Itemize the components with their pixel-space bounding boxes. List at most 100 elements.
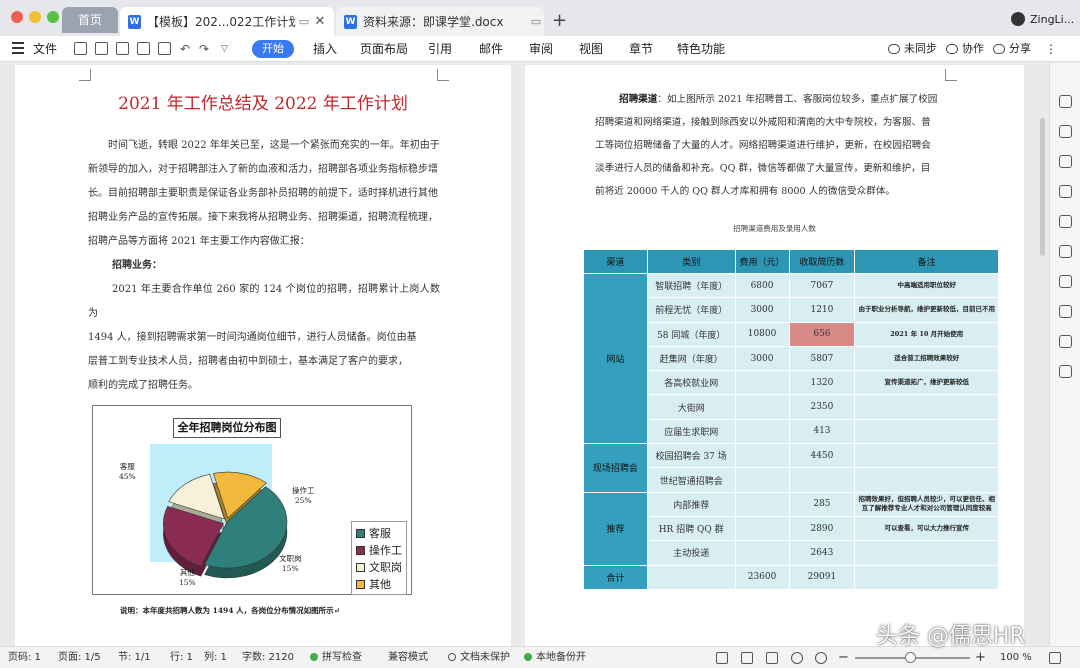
settings-icon[interactable] xyxy=(1059,275,1072,288)
zoom-out-icon[interactable]: − xyxy=(838,647,849,668)
export-icon[interactable] xyxy=(116,42,129,55)
menu-page-layout[interactable]: 页面布局 xyxy=(360,36,408,62)
tab-start[interactable]: 开始 xyxy=(252,40,294,58)
menu-view[interactable]: 视图 xyxy=(579,36,603,62)
table-cell-resumes: 285 xyxy=(788,491,856,517)
table-header: 备注 xyxy=(854,249,999,274)
table-header: 费用（元） xyxy=(734,249,790,274)
zoom-window-button[interactable] xyxy=(47,11,59,23)
menu-mail[interactable]: 邮件 xyxy=(479,36,503,62)
menu-file[interactable]: 文件 xyxy=(33,36,57,62)
eye-protect-icon[interactable] xyxy=(815,652,827,664)
channels-line: 淡季进行人员的储备和补充。QQ 群，微信等都做了大量宣传，更新和维护，目 xyxy=(595,163,931,174)
table-cell-cost: 23600 xyxy=(734,564,790,590)
tab-document-2[interactable]: W 资料来源：即课学堂.docx ▭ xyxy=(336,7,544,36)
spell-check-toggle[interactable]: 拼写检查 xyxy=(310,647,362,668)
undo-icon[interactable]: ↶ xyxy=(180,36,190,62)
title-bar: 首页 W 【模板】202...022工作计划 ▭ ✕ W 资料来源：即课学堂.d… xyxy=(0,0,1080,36)
menu-features[interactable]: 特色功能 xyxy=(677,36,725,62)
more-dropdown-icon[interactable]: ▽ xyxy=(221,36,228,62)
menu-references[interactable]: 引用 xyxy=(428,36,452,62)
fullscreen-icon[interactable] xyxy=(716,652,728,664)
menu-review[interactable]: 审阅 xyxy=(529,36,553,62)
protect-status[interactable]: 文档未保护 xyxy=(448,647,510,668)
right-toolbar xyxy=(1049,63,1080,646)
tab-label: 资料来源：即课学堂.docx xyxy=(363,15,504,29)
check-icon xyxy=(310,653,318,661)
hamburger-icon[interactable] xyxy=(12,42,24,54)
tab-home[interactable]: 首页 xyxy=(62,7,118,33)
status-word-count[interactable]: 字数: 2120 xyxy=(242,647,294,668)
save-icon[interactable] xyxy=(95,42,108,55)
status-col: 列: 1 xyxy=(204,652,227,663)
pie-label-qt: 其他 15% xyxy=(179,568,196,588)
chart-legend: 客服 操作工 文职岗 其他 xyxy=(351,521,407,595)
table-cell-note xyxy=(854,467,999,493)
vertical-scrollbar[interactable] xyxy=(1040,118,1045,256)
print-preview-icon[interactable] xyxy=(158,42,171,55)
format-icon[interactable] xyxy=(1059,155,1072,168)
table-cell-note xyxy=(854,540,999,566)
export-pdf-icon[interactable] xyxy=(1059,335,1072,348)
monitor-icon[interactable]: ▭ xyxy=(528,15,544,28)
table-cell-resumes: 7067 xyxy=(788,272,856,299)
menu-insert[interactable]: 插入 xyxy=(313,36,337,62)
channels-text: ：如上图所示 2021 年招聘普工、客服岗位较多，重点扩展了校园 xyxy=(657,94,938,105)
pie-chart[interactable]: 全年招聘岗位分布图 客服 45% 操作工 25% 文职岗 15% 其他 15% 客服 操… xyxy=(92,405,412,595)
backup-status[interactable]: 本地备份开 xyxy=(524,647,586,668)
monitor-icon[interactable]: ▭ xyxy=(296,15,312,28)
collab-button[interactable]: 协作 xyxy=(946,36,984,62)
lock-icon[interactable] xyxy=(1059,245,1072,258)
close-window-button[interactable] xyxy=(11,11,23,23)
status-page-of: 页面: 1/5 xyxy=(58,652,101,663)
document-workspace[interactable]: 2021 年工作总结及 2022 年工作计划 时间飞逝，转眼 2022 年年关已… xyxy=(0,63,1049,646)
minimize-window-button[interactable] xyxy=(29,11,41,23)
legend-label: 客服 xyxy=(369,527,391,540)
style-icon[interactable] xyxy=(1059,185,1072,198)
legend-label: 其他 xyxy=(369,578,391,591)
document-page-1[interactable]: 2021 年工作总结及 2022 年工作计划 时间飞逝，转眼 2022 年年关已… xyxy=(15,65,511,646)
zoom-slider-knob[interactable] xyxy=(905,652,916,663)
open-folder-icon[interactable] xyxy=(74,42,87,55)
intro-line: 招聘业务产品的宣传拓展。接下来我将从招聘业务、招聘渠道，招聘流程梳理， xyxy=(88,212,438,223)
new-tab-icon[interactable]: + xyxy=(552,10,567,31)
zoom-in-icon[interactable]: + xyxy=(975,647,986,668)
tab-document-active[interactable]: W 【模板】202...022工作计划 ▭ ✕ xyxy=(120,7,334,36)
history-icon[interactable] xyxy=(1059,305,1072,318)
channels-heading: 招聘渠道 xyxy=(619,94,658,105)
legend-swatch xyxy=(356,528,365,538)
channels-table: 渠道 类别 费用（元） 收取简历数 备注 网站 智联招聘（年度） 6800 7067 中… xyxy=(583,249,999,590)
shape-icon[interactable] xyxy=(1059,125,1072,138)
menu-section[interactable]: 章节 xyxy=(629,36,653,62)
redo-icon[interactable]: ↷ xyxy=(199,36,209,62)
status-section: 节: 1/1 xyxy=(118,652,151,663)
fit-page-icon[interactable] xyxy=(1049,652,1061,664)
close-tab-icon[interactable]: ✕ xyxy=(312,14,328,29)
sync-status[interactable]: 未同步 xyxy=(888,36,937,62)
table-cell-category: 赶集网（年度） xyxy=(646,345,736,372)
intro-line: 时间飞逝，转眼 2022 年年关已至，这是一个紧张而充实的一年。年初由于 xyxy=(108,140,440,151)
document-page-2[interactable]: 招聘渠道：如上图所示 2021 年招聘普工、客服岗位较多，重点扩展了校园 招聘渠… xyxy=(525,65,1024,646)
zoom-level[interactable]: 100 % xyxy=(1000,647,1032,668)
channels-line: 招聘渠道：如上图所示 2021 年招聘普工、客服岗位较多，重点扩展了校园 xyxy=(595,88,957,111)
backup-label: 本地备份开 xyxy=(536,652,586,663)
image-icon[interactable] xyxy=(1059,365,1072,378)
outline-view-icon[interactable] xyxy=(766,652,778,664)
share-button[interactable]: 分享 xyxy=(993,36,1031,62)
table-cell-note: 2021 年 10 月开始使用 xyxy=(854,321,999,347)
more-menu-icon[interactable]: ⋮ xyxy=(1045,36,1057,62)
pie-label-pct: 45% xyxy=(119,472,136,481)
table-cell-cost xyxy=(734,515,790,542)
user-account[interactable]: ZingLi... xyxy=(1011,12,1074,26)
table-cell-cost xyxy=(734,540,790,566)
cursor-icon[interactable] xyxy=(1059,215,1072,228)
pie-label-wzg: 文职岗 15% xyxy=(279,554,302,574)
print-icon[interactable] xyxy=(137,42,150,55)
table-cell-category: 应届生求职网 xyxy=(646,418,736,445)
table-cell-note xyxy=(854,394,999,420)
table-body: 网站 智联招聘（年度） 6800 7067 中高端适用职位较好 前程无忧（年度） 3000 1… xyxy=(583,272,999,590)
page-view-icon[interactable] xyxy=(741,652,753,664)
table-cell-category: 世纪智通招聘会 xyxy=(646,467,736,493)
edit-icon[interactable] xyxy=(1059,95,1072,108)
web-view-icon[interactable] xyxy=(791,652,803,664)
